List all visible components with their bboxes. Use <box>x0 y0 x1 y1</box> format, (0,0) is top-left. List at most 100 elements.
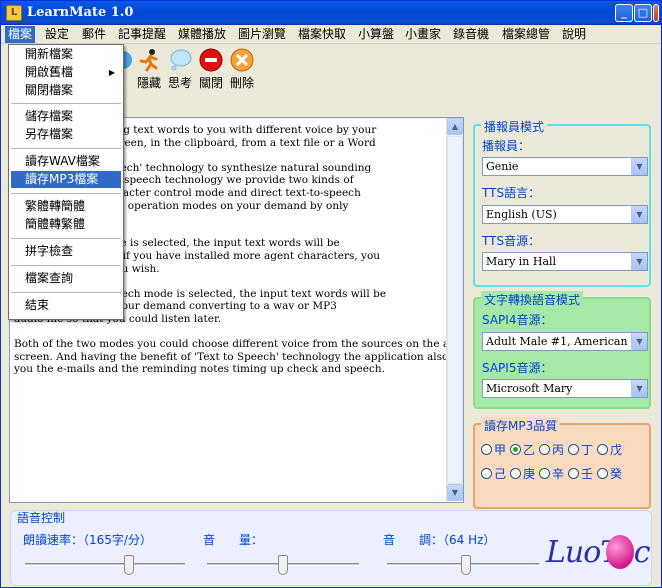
tts-group-title: 文字轉換語音模式 <box>481 291 584 308</box>
menu-file-cache[interactable]: 檔案快取 <box>295 26 349 43</box>
window-title: LearnMate 1.0 <box>27 5 134 20</box>
announcer-select[interactable]: Genie ▼ <box>482 157 648 176</box>
tts-language-select[interactable]: English (US) ▼ <box>482 205 648 224</box>
tts-source-select[interactable]: Mary in Hall ▼ <box>482 252 648 271</box>
menu-item-trad-to-simp[interactable]: 繁體轉簡體 <box>11 198 121 215</box>
menu-item-new[interactable]: 開新檔案 <box>11 46 121 63</box>
menu-separator <box>11 193 121 194</box>
title-bar[interactable]: L LearnMate 1.0 _ □ <box>1 1 661 25</box>
menu-item-spell-check[interactable]: 拼字檢查 <box>11 243 121 260</box>
volume-slider-thumb[interactable] <box>278 555 288 575</box>
radio-button[interactable] <box>539 468 550 479</box>
tts-language-label: TTS語言： <box>482 186 541 200</box>
radio-label: 丁 <box>581 443 594 457</box>
speech-rate-slider-thumb[interactable] <box>124 555 134 575</box>
chevron-down-icon[interactable]: ▼ <box>631 333 647 350</box>
radio-label: 甲 <box>494 443 507 457</box>
mp3-quality-option[interactable]: 癸 <box>597 465 626 482</box>
mp3-quality-option[interactable]: 己 <box>481 465 510 482</box>
mp3-quality-option[interactable]: 甲 <box>481 441 510 458</box>
mp3-quality-option[interactable]: 辛 <box>539 465 568 482</box>
text-line: Both of the two modes you could choose d… <box>14 338 447 351</box>
mp3-quality-option[interactable]: 戊 <box>597 441 626 458</box>
menu-item-open[interactable]: 開啟舊檔 ▶ <box>11 64 121 81</box>
radio-button[interactable] <box>568 444 579 455</box>
radio-button[interactable] <box>481 444 492 455</box>
mp3-quality-row-1: 甲 乙 丙 丁戊 <box>481 441 626 458</box>
company-logo: LuoTec <box>546 535 651 570</box>
announcer-group-title: 播報員模式 <box>481 118 548 135</box>
radio-label: 丙 <box>552 443 565 457</box>
radio-button[interactable] <box>539 444 550 455</box>
radio-button[interactable] <box>597 468 608 479</box>
menu-item-exit[interactable]: 結束 <box>11 297 121 314</box>
tool-hide[interactable]: 隱藏 <box>132 48 166 91</box>
menu-item-save[interactable]: 儲存檔案 <box>11 108 121 125</box>
menu-image[interactable]: 圖片瀏覽 <box>235 26 289 43</box>
delete-icon <box>230 48 254 72</box>
menu-recorder[interactable]: 錄音機 <box>450 26 492 43</box>
menu-reminder[interactable]: 記事提醒 <box>115 26 169 43</box>
mp3-quality-option[interactable]: 乙 <box>510 441 539 458</box>
close-button[interactable] <box>653 4 659 22</box>
tool-think[interactable]: 思考 <box>163 48 197 91</box>
submenu-arrow-icon: ▶ <box>108 68 115 77</box>
menu-separator <box>11 238 121 239</box>
scroll-thumb[interactable] <box>447 136 463 484</box>
sapi5-select[interactable]: Microsoft Mary ▼ <box>482 379 648 398</box>
menu-item-close[interactable]: 關閉檔案 <box>11 82 121 99</box>
voice-control-title: 語音控制 <box>17 511 66 525</box>
radio-button[interactable] <box>481 468 492 479</box>
radio-button[interactable] <box>510 444 521 455</box>
chevron-down-icon[interactable]: ▼ <box>631 380 647 397</box>
mp3-quality-option[interactable]: 丁 <box>568 441 597 458</box>
radio-button[interactable] <box>568 468 579 479</box>
menu-explorer[interactable]: 檔案總管 <box>499 26 553 43</box>
stop-icon <box>199 48 223 72</box>
app-logo-icon: L <box>6 5 22 21</box>
thought-bubble-icon <box>170 49 192 71</box>
mp3-quality-option[interactable]: 壬 <box>568 465 597 482</box>
radio-label: 辛 <box>552 467 565 481</box>
minimize-button[interactable]: _ <box>615 4 633 22</box>
chevron-down-icon[interactable]: ▼ <box>631 158 647 175</box>
mp3-quality-row-2: 己庚 辛壬癸 <box>481 465 626 482</box>
radio-button[interactable] <box>597 444 608 455</box>
mp3-quality-option[interactable]: 庚 <box>510 465 539 482</box>
menu-bar: 檔案 設定 郵件 記事提醒 媒體播放 圖片瀏覽 檔案快取 小算盤 小畫家 錄音機… <box>1 25 661 44</box>
menu-item-simp-to-trad[interactable]: 簡體轉繁體 <box>11 216 121 233</box>
menu-item-save-wav[interactable]: 讀存WAV檔案 <box>11 153 121 170</box>
menu-paint[interactable]: 小畫家 <box>402 26 444 43</box>
menu-item-save-as[interactable]: 另存檔案 <box>11 126 121 143</box>
menu-settings[interactable]: 設定 <box>42 26 72 43</box>
sapi4-label: SAPI4音源： <box>482 313 553 327</box>
tool-close[interactable]: 關閉 <box>194 48 228 91</box>
tool-delete[interactable]: 刪除 <box>225 48 259 91</box>
menu-item-file-search[interactable]: 檔案查詢 <box>11 270 121 287</box>
radio-label: 乙 <box>523 443 536 457</box>
menu-media[interactable]: 媒體播放 <box>175 26 229 43</box>
menu-help[interactable]: 說明 <box>559 26 589 43</box>
vertical-scrollbar[interactable]: ▲ ▼ <box>446 118 463 502</box>
chevron-down-icon[interactable]: ▼ <box>631 206 647 223</box>
menu-separator <box>11 265 121 266</box>
sapi4-select[interactable]: Adult Male #1, American Engli ▼ <box>482 332 648 351</box>
radio-label: 庚 <box>523 467 536 481</box>
logo-ball-icon <box>606 535 634 569</box>
tts-source-label: TTS音源： <box>482 234 541 248</box>
radio-button[interactable] <box>510 468 521 479</box>
menu-file[interactable]: 檔案 <box>5 26 36 43</box>
maximize-button[interactable]: □ <box>634 4 652 22</box>
menu-calculator[interactable]: 小算盤 <box>355 26 397 43</box>
mp3-quality-option[interactable]: 丙 <box>539 441 568 458</box>
file-menu-dropdown: 開新檔案 開啟舊檔 ▶ 關閉檔案 儲存檔案 另存檔案 讀存WAV檔案 讀存MP3… <box>8 44 124 320</box>
menu-mail[interactable]: 郵件 <box>79 26 109 43</box>
scroll-up-button[interactable]: ▲ <box>447 118 463 135</box>
scroll-down-button[interactable]: ▼ <box>447 484 463 501</box>
pitch-slider-thumb[interactable] <box>461 555 472 575</box>
running-man-icon <box>139 49 158 72</box>
menu-item-save-mp3[interactable]: 讀存MP3檔案 <box>11 171 121 188</box>
chevron-down-icon[interactable]: ▼ <box>631 253 647 270</box>
speech-rate-slider-track[interactable] <box>25 563 185 566</box>
menu-separator <box>11 148 121 149</box>
